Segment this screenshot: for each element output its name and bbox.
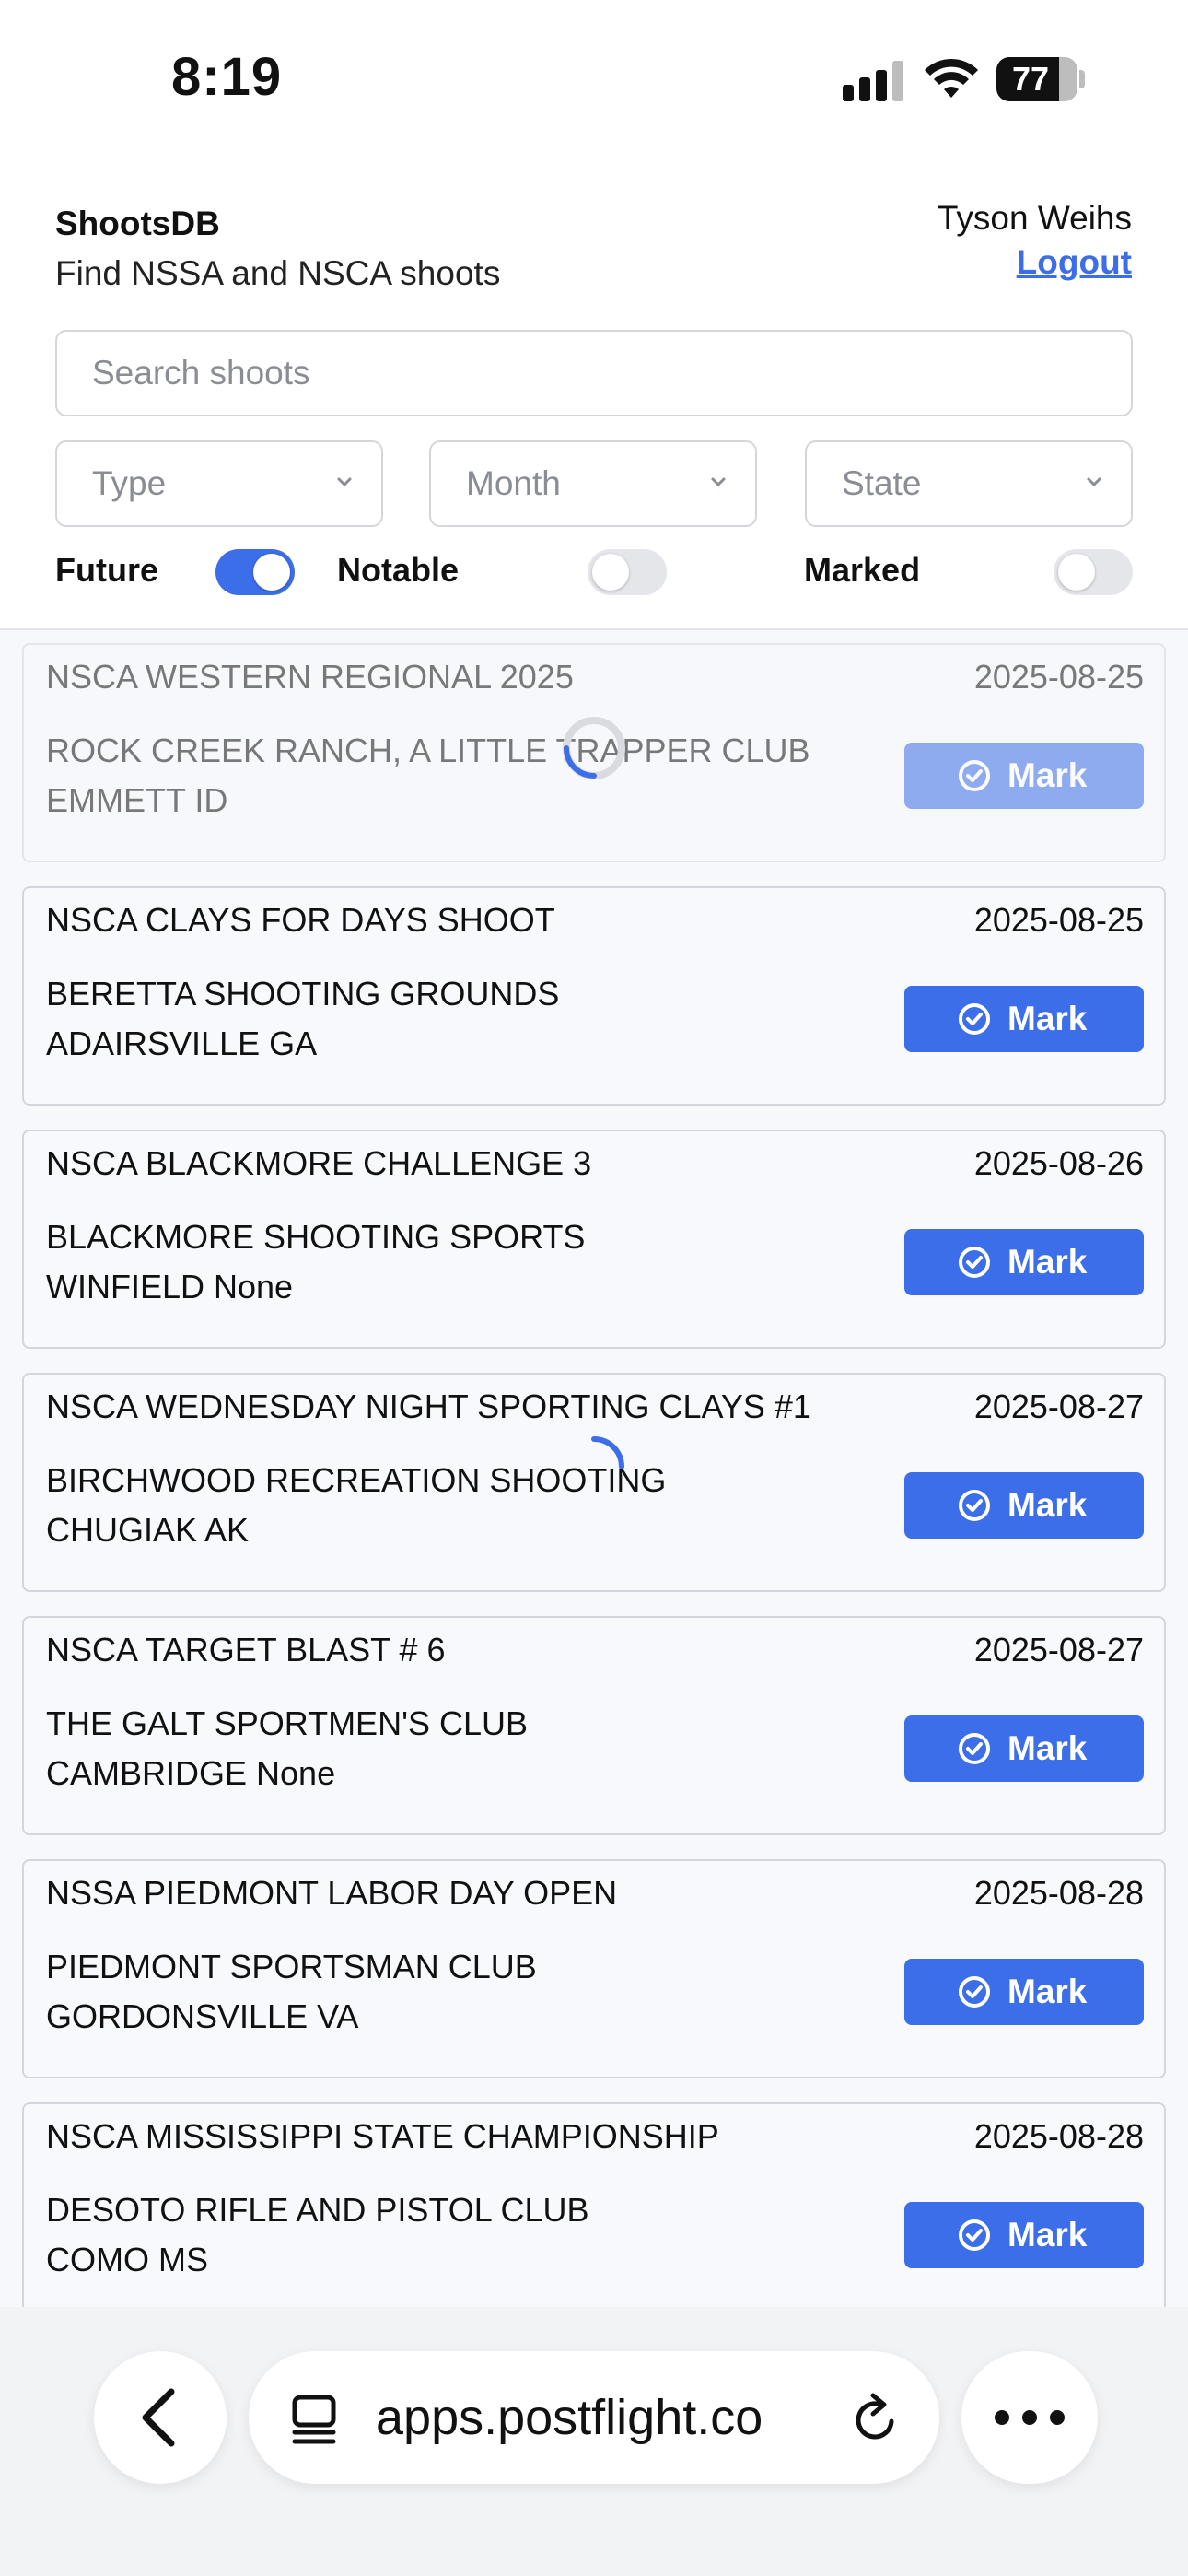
check-circle-icon: [959, 1976, 990, 2008]
battery-level: 77: [1011, 60, 1050, 98]
event-card[interactable]: NSCA CLAYS FOR DAYS SHOOT 2025-08-25 BERET…: [22, 886, 1166, 1106]
mark-button-label: Mark: [1007, 1729, 1088, 1767]
event-date: 2025-08-28: [973, 2117, 1144, 2155]
mark-button[interactable]: Mark: [904, 986, 1144, 1052]
event-location: ADAIRSVILLE GA: [46, 1025, 318, 1062]
event-location: WINFIELD None: [46, 1268, 294, 1306]
mark-button[interactable]: Mark: [904, 743, 1144, 809]
event-location: CAMBRIDGE None: [46, 1754, 336, 1792]
app-title: ShootsDB: [55, 205, 220, 242]
url-text: apps.postflight.co: [376, 2390, 763, 2445]
state-select-label: State: [842, 464, 922, 502]
status-time: 8:19: [171, 47, 283, 107]
battery-tip: [1079, 70, 1085, 88]
mark-button[interactable]: Mark: [904, 2202, 1144, 2268]
event-name: NSSA PIEDMONT LABOR DAY OPEN: [46, 1874, 618, 1912]
status-bar: 8:19 77: [0, 0, 1188, 157]
mark-button-label: Mark: [1007, 1000, 1088, 1037]
notable-toggle[interactable]: [588, 549, 667, 595]
mark-button[interactable]: Mark: [904, 1472, 1144, 1539]
check-circle-icon: [959, 2219, 990, 2251]
mark-button-label: Mark: [1007, 1486, 1088, 1524]
event-venue: DESOTO RIFLE AND PISTOL CLUB: [46, 2191, 589, 2229]
event-location: EMMETT ID: [46, 781, 228, 819]
event-venue: PIEDMONT SPORTSMAN CLUB: [46, 1948, 537, 1985]
event-name: NSCA WESTERN REGIONAL 2025: [46, 658, 574, 696]
back-chevron-icon: [142, 2388, 175, 2447]
notable-toggle-label: Notable: [337, 551, 460, 589]
event-venue: THE GALT SPORTMEN'S CLUB: [46, 1704, 528, 1742]
event-card[interactable]: NSCA BLACKMORE CHALLENGE 3 2025-08-26 BLAC…: [22, 1130, 1166, 1349]
check-circle-icon: [959, 1490, 990, 1521]
future-toggle-label: Future: [55, 551, 158, 589]
mark-button-label: Mark: [1007, 1243, 1088, 1281]
app-subtitle: Find NSSA and NSCA shoots: [55, 254, 501, 292]
month-select-label: Month: [466, 464, 561, 502]
event-location: GORDONSVILLE VA: [46, 1997, 359, 2035]
event-venue: BERETTA SHOOTING GROUNDS: [46, 975, 560, 1013]
event-venue: BLACKMORE SHOOTING SPORTS: [46, 1218, 586, 1256]
battery-icon: 77: [996, 57, 1077, 101]
check-circle-icon: [959, 1733, 990, 1764]
logout-link[interactable]: Logout: [1017, 243, 1132, 282]
chevron-down-icon: [337, 477, 352, 486]
event-date: 2025-08-27: [973, 1388, 1144, 1425]
event-card[interactable]: NSSA PIEDMONT LABOR DAY OPEN 2025-08-28 PI…: [22, 1859, 1166, 2078]
event-date: 2025-08-25: [973, 658, 1144, 696]
more-icon: [995, 2410, 1065, 2425]
browser-toolbar: apps.postflight.co: [0, 2307, 1188, 2576]
toggle-knob: [592, 554, 629, 591]
event-name: NSCA CLAYS FOR DAYS SHOOT: [46, 901, 555, 939]
reload-icon[interactable]: [847, 2392, 903, 2447]
event-location: CHUGIAK AK: [46, 1511, 250, 1549]
marked-toggle[interactable]: [1054, 549, 1133, 595]
wifi-icon: [925, 58, 978, 98]
back-button[interactable]: [94, 2351, 227, 2484]
tabs-icon: [292, 2395, 336, 2444]
event-date: 2025-08-26: [973, 1144, 1144, 1182]
event-date: 2025-08-28: [973, 1874, 1144, 1912]
event-name: NSCA MISSISSIPPI STATE CHAMPIONSHIP: [46, 2117, 719, 2155]
event-date: 2025-08-25: [973, 901, 1144, 939]
mark-button[interactable]: Mark: [904, 1959, 1144, 2025]
chevron-down-icon: [1087, 477, 1101, 486]
mark-button-label: Mark: [1007, 1973, 1088, 2010]
mark-button[interactable]: Mark: [904, 1229, 1144, 1295]
type-select-label: Type: [92, 464, 167, 502]
check-circle-icon: [959, 760, 990, 791]
mark-button-label: Mark: [1007, 2216, 1088, 2254]
toggle-knob: [1058, 554, 1095, 591]
more-button[interactable]: [961, 2351, 1098, 2484]
spinner-icon: [591, 1436, 624, 1469]
event-venue: ROCK CREEK RANCH, A LITTLE TRAPPER CLUB: [46, 732, 810, 769]
signal-icon: [843, 61, 903, 101]
toggle-knob: [253, 554, 290, 591]
event-card[interactable]: NSCA TARGET BLAST # 6 2025-08-27 THE GALT …: [22, 1616, 1166, 1835]
state-select[interactable]: State: [805, 440, 1133, 527]
event-name: NSCA WEDNESDAY NIGHT SPORTING CLAYS #1: [46, 1388, 811, 1425]
search-input[interactable]: [55, 330, 1133, 416]
address-bar[interactable]: apps.postflight.co: [249, 2351, 939, 2484]
event-date: 2025-08-27: [973, 1631, 1144, 1669]
month-select[interactable]: Month: [429, 440, 757, 527]
type-select[interactable]: Type: [55, 440, 383, 527]
event-name: NSCA BLACKMORE CHALLENGE 3: [46, 1144, 592, 1182]
check-circle-icon: [959, 1247, 990, 1278]
chevron-down-icon: [711, 477, 726, 486]
event-location: COMO MS: [46, 2241, 208, 2278]
event-name: NSCA TARGET BLAST # 6: [46, 1631, 446, 1669]
check-circle-icon: [959, 1003, 990, 1035]
spinner-icon: [563, 717, 625, 779]
mark-button[interactable]: Mark: [904, 1715, 1144, 1782]
user-name: Tyson Weihs: [937, 199, 1132, 237]
marked-toggle-label: Marked: [804, 551, 921, 589]
future-toggle[interactable]: [215, 549, 295, 595]
mark-button-label: Mark: [1007, 756, 1088, 794]
event-card[interactable]: NSCA MISSISSIPPI STATE CHAMPIONSHIP 2025-…: [22, 2102, 1166, 2307]
event-list[interactable]: NSCA WESTERN REGIONAL 2025 2025-08-25 ROCK…: [0, 630, 1188, 2307]
